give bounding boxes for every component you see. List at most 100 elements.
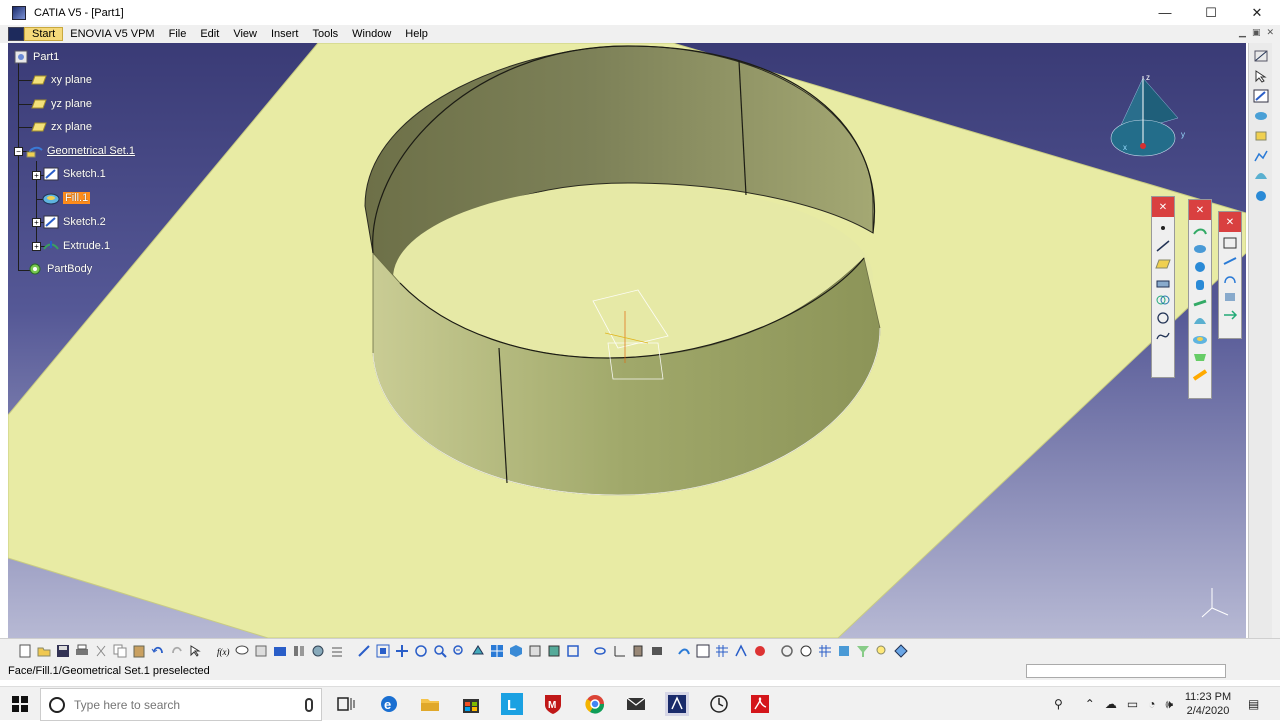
menu-enovia[interactable]: ENOVIA V5 VPM xyxy=(63,28,161,40)
maximize-button[interactable]: ☐ xyxy=(1188,0,1234,25)
catalog-icon[interactable] xyxy=(273,644,287,658)
stack-icon[interactable] xyxy=(631,644,645,658)
comment-icon[interactable] xyxy=(235,644,249,658)
redo-icon[interactable] xyxy=(170,644,184,658)
l-app-icon[interactable]: L xyxy=(500,692,524,716)
doc-close-icon[interactable]: ✕ xyxy=(1266,27,1274,38)
select-icon[interactable] xyxy=(1253,69,1269,83)
start-button[interactable] xyxy=(0,687,40,721)
tree-item-fill1[interactable]: Fill.1 xyxy=(42,189,91,207)
knowledge-icon[interactable] xyxy=(254,644,268,658)
tree-item-extrude1[interactable]: Extrude.1 xyxy=(42,237,110,255)
join-icon[interactable] xyxy=(1222,236,1238,250)
expand-sketch2-icon[interactable]: + xyxy=(32,218,41,227)
shading-icon[interactable] xyxy=(528,644,542,658)
tree-item-sketch2[interactable]: Sketch.2 xyxy=(42,213,106,231)
loft-tool-icon[interactable] xyxy=(1192,350,1208,364)
tools-palette-icon[interactable] xyxy=(753,644,767,658)
normal-view-icon[interactable] xyxy=(471,644,485,658)
notification-center-icon[interactable]: ▤ xyxy=(1248,687,1259,721)
pan-icon[interactable] xyxy=(395,644,409,658)
volume-icon[interactable]: 🕪 xyxy=(1165,697,1173,712)
menu-help[interactable]: Help xyxy=(398,28,435,40)
clock-app-icon[interactable] xyxy=(707,692,731,716)
tree-item-part1[interactable]: Part1 xyxy=(12,48,59,66)
store-icon[interactable] xyxy=(459,692,483,716)
expand-sketch1-icon[interactable]: + xyxy=(32,171,41,180)
projection-icon[interactable] xyxy=(1155,275,1171,289)
save-icon[interactable] xyxy=(56,644,70,658)
snap-icon[interactable] xyxy=(677,644,691,658)
extract-icon[interactable] xyxy=(1222,290,1238,304)
print-icon[interactable] xyxy=(75,644,89,658)
zoom-area-icon[interactable] xyxy=(875,644,889,658)
paste-icon[interactable] xyxy=(132,644,146,658)
sketcher-icon[interactable] xyxy=(1253,49,1269,63)
sphere-tool-icon[interactable] xyxy=(1192,260,1208,274)
swap-space-icon[interactable] xyxy=(566,644,580,658)
onedrive-icon[interactable]: ☁ xyxy=(1105,697,1117,711)
parameters-icon[interactable] xyxy=(330,644,344,658)
cut-icon[interactable] xyxy=(94,644,108,658)
hide-show-icon[interactable] xyxy=(547,644,561,658)
tree-item-geometrical-set[interactable]: Geometrical Set.1 xyxy=(26,142,135,160)
power-input-field[interactable] xyxy=(1026,664,1226,678)
revolve-tool-icon[interactable] xyxy=(1192,242,1208,256)
microphone-icon[interactable] xyxy=(305,698,313,712)
toolbar-close-button[interactable]: ✕ xyxy=(1189,200,1211,220)
rotate-icon[interactable] xyxy=(414,644,428,658)
plane-tool-icon[interactable] xyxy=(1155,257,1171,271)
hand-icon[interactable] xyxy=(799,644,813,658)
intersection-icon[interactable] xyxy=(1155,293,1171,307)
sketch-tools-icon[interactable] xyxy=(696,644,710,658)
circle-icon[interactable] xyxy=(1155,311,1171,325)
mesh-grid-icon[interactable] xyxy=(818,644,832,658)
document-icon[interactable] xyxy=(8,27,24,41)
volume-tool-icon[interactable] xyxy=(1253,129,1269,143)
point-icon[interactable] xyxy=(1155,221,1171,235)
search-input[interactable] xyxy=(74,697,294,712)
compass-widget[interactable]: z x y xyxy=(1103,68,1193,173)
geometry-icon[interactable] xyxy=(1253,169,1269,183)
translate-icon[interactable] xyxy=(1222,308,1238,322)
surface-tool-icon[interactable] xyxy=(1253,109,1269,123)
iso-view-icon[interactable] xyxy=(509,644,523,658)
grid-icon[interactable] xyxy=(715,644,729,658)
selection-trap-icon[interactable] xyxy=(894,643,908,658)
catia-icon[interactable] xyxy=(665,692,689,716)
constraint-icon[interactable] xyxy=(734,643,748,658)
shape-icon[interactable] xyxy=(1253,189,1269,203)
tree-item-partbody[interactable]: PartBody xyxy=(26,260,92,278)
3d-viewport[interactable]: − + + + Part1 xy plane yz plane zx plane… xyxy=(8,43,1246,638)
extrude-tool-icon[interactable] xyxy=(1192,224,1208,238)
tree-item-xy-plane[interactable]: xy plane xyxy=(30,71,92,89)
network-icon[interactable]: ◔ xyxy=(1148,697,1155,711)
chrome-icon[interactable] xyxy=(583,692,607,716)
expand-extrude1-icon[interactable]: + xyxy=(32,242,41,251)
zoom-out-icon[interactable] xyxy=(452,644,466,658)
acrobat-icon[interactable] xyxy=(748,692,772,716)
menu-start[interactable]: Start xyxy=(24,27,64,41)
filter-icon[interactable] xyxy=(856,644,870,658)
spline-icon[interactable] xyxy=(1155,329,1171,343)
file-explorer-icon[interactable] xyxy=(418,692,442,716)
fit-all-icon[interactable] xyxy=(376,644,390,658)
close-button[interactable]: ✕ xyxy=(1234,0,1280,25)
cylinder-tool-icon[interactable] xyxy=(1192,278,1208,292)
reorder-icon[interactable] xyxy=(292,644,306,658)
mail-icon[interactable] xyxy=(624,692,648,716)
tree-item-sketch1[interactable]: Sketch.1 xyxy=(42,165,106,183)
collapse-geometrical-set-icon[interactable]: − xyxy=(14,147,23,156)
new-icon[interactable] xyxy=(18,644,32,658)
render-icon[interactable] xyxy=(837,644,851,658)
fly-mode-icon[interactable] xyxy=(357,644,371,658)
axis-system-icon[interactable] xyxy=(612,644,626,658)
menu-insert[interactable]: Insert xyxy=(264,28,306,40)
blend-tool-icon[interactable] xyxy=(1192,368,1208,382)
menu-file[interactable]: File xyxy=(162,28,194,40)
menu-edit[interactable]: Edit xyxy=(193,28,226,40)
tree-item-zx-plane[interactable]: zx plane xyxy=(30,118,92,136)
multi-view-icon[interactable] xyxy=(490,644,504,658)
edge-icon[interactable]: e xyxy=(377,692,401,716)
sketch-tool-icon[interactable] xyxy=(1253,89,1269,103)
